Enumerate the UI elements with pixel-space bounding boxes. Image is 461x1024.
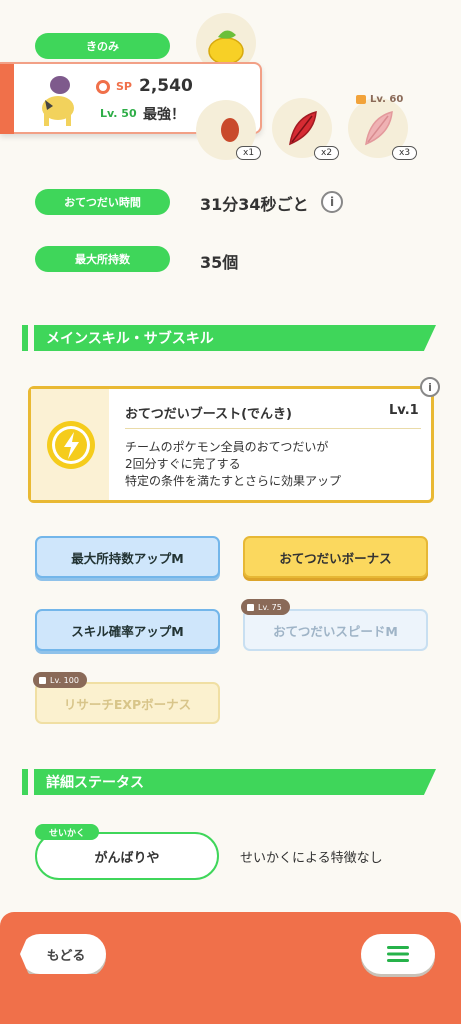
nature-tag: せいかく (35, 824, 99, 840)
max-carry-value: 35個 (200, 253, 239, 272)
subskill-4-lock-badge: Lv. 75 (241, 599, 290, 615)
subskill-4-button[interactable]: おてつだいスピードM (243, 609, 428, 651)
detail-section-header: 詳細ステータス (22, 769, 436, 795)
rank-text: 最強！ (143, 107, 185, 123)
subskill-3-button[interactable]: スキル確率アップM (35, 609, 220, 651)
desc-line-2: 2回分すぐに完了する (125, 457, 241, 471)
lock-icon (247, 603, 254, 611)
main-skill-info-icon[interactable]: i (420, 377, 440, 397)
main-skill-name: おてつだいブースト(でんき) (125, 407, 292, 422)
pokemon-level: Lv. 50 (100, 107, 137, 120)
skills-section-header: メインスキル・サブスキル (22, 325, 436, 351)
subskill-5-lock-badge: Lv. 100 (33, 672, 87, 688)
skill-icon-area (31, 389, 109, 500)
ingredient-2-qty: x2 (314, 146, 340, 160)
lock-icon (39, 676, 46, 684)
main-skill-description: チームのポケモン全員のおてつだいが 2回分すぐに完了する 特定の条件を満たすとさ… (125, 439, 341, 490)
nature-effect-text: せいかくによる特徴なし (240, 851, 383, 866)
desc-line-1: チームのポケモン全員のおてつだいが (125, 440, 329, 454)
back-button[interactable]: もどる (20, 934, 106, 974)
skills-section-title: メインスキル・サブスキル (34, 325, 436, 351)
subskill-5-button[interactable]: リサーチEXPボーナス (35, 682, 220, 724)
menu-button[interactable] (361, 934, 435, 974)
subskill-1-button[interactable]: 最大所持数アップM (35, 536, 220, 578)
ingredient-3-qty: x3 (392, 146, 418, 160)
detail-section-title: 詳細ステータス (34, 769, 436, 795)
ingredient-1-qty: x1 (236, 146, 262, 160)
sp-icon (96, 80, 110, 94)
sp-label: SP (116, 80, 132, 93)
ingredient-3-lock-level: Lv. 60 (370, 94, 404, 105)
card-accent-strip (0, 64, 14, 134)
subskill-2-button[interactable]: おてつだいボーナス (243, 536, 428, 578)
max-carry-label: 最大所持数 (35, 246, 170, 272)
sp-value: 2,540 (139, 76, 193, 96)
main-skill-card[interactable]: おてつだいブースト(でんき) Lv.1 チームのポケモン全員のおてつだいが 2回… (28, 386, 434, 503)
subskill-5-lock-level: Lv. 100 (50, 675, 79, 685)
desc-line-3: 特定の条件を満たすとさらに効果アップ (125, 474, 342, 488)
lock-icon (356, 95, 366, 104)
help-time-label: おてつだい時間 (35, 189, 170, 215)
subskill-4-lock-level: Lv. 75 (258, 602, 282, 612)
main-skill-level: Lv.1 (389, 403, 419, 418)
help-time-value: 31分34秒ごと (200, 195, 309, 214)
ingredient-3-lock: Lv. 60 (356, 94, 403, 105)
raikou-sprite-icon (42, 76, 74, 126)
divider (125, 428, 421, 429)
hamburger-menu-icon (387, 946, 409, 962)
berry-label: きのみ (35, 33, 170, 59)
help-time-info-icon[interactable]: i (321, 191, 343, 213)
lightning-skill-icon (47, 421, 95, 469)
